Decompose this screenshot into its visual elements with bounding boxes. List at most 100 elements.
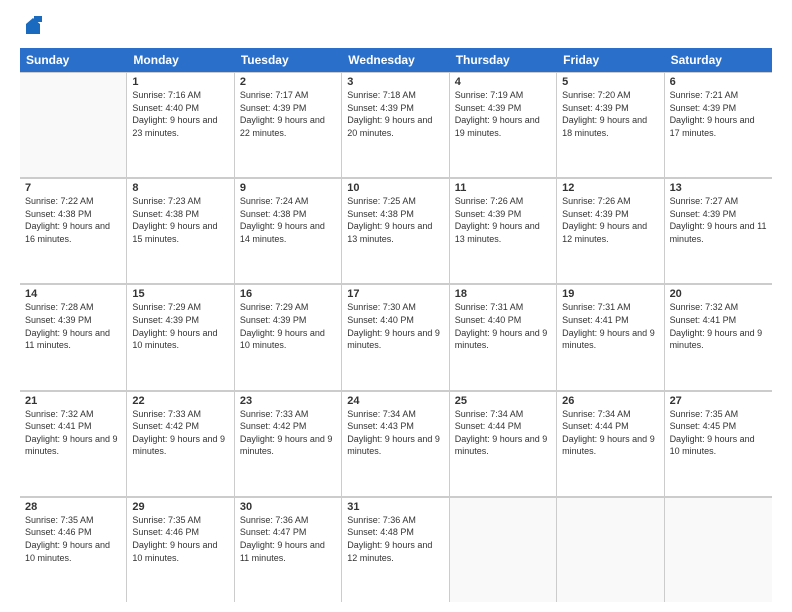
calendar: SundayMondayTuesdayWednesdayThursdayFrid…	[20, 48, 772, 602]
day-number: 16	[240, 288, 336, 300]
calendar-header-cell: Saturday	[665, 48, 772, 72]
calendar-cell	[450, 498, 557, 602]
calendar-cell: 7Sunrise: 7:22 AMSunset: 4:38 PMDaylight…	[20, 179, 127, 283]
day-number: 8	[132, 182, 228, 194]
cell-info: Sunrise: 7:35 AMSunset: 4:46 PMDaylight:…	[132, 514, 228, 564]
cell-info: Sunrise: 7:35 AMSunset: 4:46 PMDaylight:…	[25, 514, 121, 564]
cell-info: Sunrise: 7:32 AMSunset: 4:41 PMDaylight:…	[25, 408, 121, 458]
cell-info: Sunrise: 7:26 AMSunset: 4:39 PMDaylight:…	[562, 195, 658, 245]
day-number: 17	[347, 288, 443, 300]
calendar-cell: 29Sunrise: 7:35 AMSunset: 4:46 PMDayligh…	[127, 498, 234, 602]
day-number: 11	[455, 182, 551, 194]
calendar-cell: 11Sunrise: 7:26 AMSunset: 4:39 PMDayligh…	[450, 179, 557, 283]
calendar-cell: 18Sunrise: 7:31 AMSunset: 4:40 PMDayligh…	[450, 285, 557, 389]
day-number: 9	[240, 182, 336, 194]
cell-info: Sunrise: 7:30 AMSunset: 4:40 PMDaylight:…	[347, 301, 443, 351]
day-number: 14	[25, 288, 121, 300]
calendar-cell: 27Sunrise: 7:35 AMSunset: 4:45 PMDayligh…	[665, 392, 772, 496]
day-number: 10	[347, 182, 443, 194]
cell-info: Sunrise: 7:21 AMSunset: 4:39 PMDaylight:…	[670, 89, 767, 139]
calendar-row: 28Sunrise: 7:35 AMSunset: 4:46 PMDayligh…	[20, 497, 772, 602]
calendar-cell: 25Sunrise: 7:34 AMSunset: 4:44 PMDayligh…	[450, 392, 557, 496]
page: SundayMondayTuesdayWednesdayThursdayFrid…	[0, 0, 792, 612]
cell-info: Sunrise: 7:31 AMSunset: 4:40 PMDaylight:…	[455, 301, 551, 351]
calendar-cell: 24Sunrise: 7:34 AMSunset: 4:43 PMDayligh…	[342, 392, 449, 496]
day-number: 26	[562, 395, 658, 407]
calendar-cell: 31Sunrise: 7:36 AMSunset: 4:48 PMDayligh…	[342, 498, 449, 602]
calendar-header-cell: Sunday	[20, 48, 127, 72]
cell-info: Sunrise: 7:19 AMSunset: 4:39 PMDaylight:…	[455, 89, 551, 139]
calendar-header-cell: Thursday	[450, 48, 557, 72]
cell-info: Sunrise: 7:22 AMSunset: 4:38 PMDaylight:…	[25, 195, 121, 245]
calendar-header-cell: Friday	[557, 48, 664, 72]
header	[20, 16, 772, 38]
cell-info: Sunrise: 7:28 AMSunset: 4:39 PMDaylight:…	[25, 301, 121, 351]
cell-info: Sunrise: 7:35 AMSunset: 4:45 PMDaylight:…	[670, 408, 767, 458]
calendar-header-cell: Monday	[127, 48, 234, 72]
calendar-cell: 23Sunrise: 7:33 AMSunset: 4:42 PMDayligh…	[235, 392, 342, 496]
day-number: 24	[347, 395, 443, 407]
calendar-cell: 14Sunrise: 7:28 AMSunset: 4:39 PMDayligh…	[20, 285, 127, 389]
calendar-header-row: SundayMondayTuesdayWednesdayThursdayFrid…	[20, 48, 772, 72]
cell-info: Sunrise: 7:20 AMSunset: 4:39 PMDaylight:…	[562, 89, 658, 139]
day-number: 23	[240, 395, 336, 407]
day-number: 6	[670, 76, 767, 88]
calendar-cell	[557, 498, 664, 602]
cell-info: Sunrise: 7:33 AMSunset: 4:42 PMDaylight:…	[132, 408, 228, 458]
calendar-cell	[665, 498, 772, 602]
logo-icon	[22, 16, 44, 38]
calendar-cell: 2Sunrise: 7:17 AMSunset: 4:39 PMDaylight…	[235, 73, 342, 177]
day-number: 7	[25, 182, 121, 194]
calendar-body: 1Sunrise: 7:16 AMSunset: 4:40 PMDaylight…	[20, 72, 772, 602]
cell-info: Sunrise: 7:34 AMSunset: 4:43 PMDaylight:…	[347, 408, 443, 458]
day-number: 27	[670, 395, 767, 407]
calendar-cell: 9Sunrise: 7:24 AMSunset: 4:38 PMDaylight…	[235, 179, 342, 283]
calendar-row: 7Sunrise: 7:22 AMSunset: 4:38 PMDaylight…	[20, 178, 772, 284]
cell-info: Sunrise: 7:26 AMSunset: 4:39 PMDaylight:…	[455, 195, 551, 245]
calendar-cell: 16Sunrise: 7:29 AMSunset: 4:39 PMDayligh…	[235, 285, 342, 389]
day-number: 28	[25, 501, 121, 513]
day-number: 19	[562, 288, 658, 300]
calendar-cell: 1Sunrise: 7:16 AMSunset: 4:40 PMDaylight…	[127, 73, 234, 177]
day-number: 4	[455, 76, 551, 88]
calendar-row: 21Sunrise: 7:32 AMSunset: 4:41 PMDayligh…	[20, 391, 772, 497]
day-number: 1	[132, 76, 228, 88]
calendar-cell	[20, 73, 127, 177]
day-number: 22	[132, 395, 228, 407]
calendar-cell: 8Sunrise: 7:23 AMSunset: 4:38 PMDaylight…	[127, 179, 234, 283]
calendar-cell: 22Sunrise: 7:33 AMSunset: 4:42 PMDayligh…	[127, 392, 234, 496]
cell-info: Sunrise: 7:36 AMSunset: 4:48 PMDaylight:…	[347, 514, 443, 564]
day-number: 18	[455, 288, 551, 300]
day-number: 21	[25, 395, 121, 407]
cell-info: Sunrise: 7:32 AMSunset: 4:41 PMDaylight:…	[670, 301, 767, 351]
calendar-cell: 21Sunrise: 7:32 AMSunset: 4:41 PMDayligh…	[20, 392, 127, 496]
calendar-cell: 6Sunrise: 7:21 AMSunset: 4:39 PMDaylight…	[665, 73, 772, 177]
calendar-cell: 19Sunrise: 7:31 AMSunset: 4:41 PMDayligh…	[557, 285, 664, 389]
cell-info: Sunrise: 7:31 AMSunset: 4:41 PMDaylight:…	[562, 301, 658, 351]
calendar-cell: 15Sunrise: 7:29 AMSunset: 4:39 PMDayligh…	[127, 285, 234, 389]
day-number: 13	[670, 182, 767, 194]
calendar-cell: 4Sunrise: 7:19 AMSunset: 4:39 PMDaylight…	[450, 73, 557, 177]
day-number: 25	[455, 395, 551, 407]
calendar-row: 1Sunrise: 7:16 AMSunset: 4:40 PMDaylight…	[20, 72, 772, 178]
cell-info: Sunrise: 7:34 AMSunset: 4:44 PMDaylight:…	[562, 408, 658, 458]
cell-info: Sunrise: 7:23 AMSunset: 4:38 PMDaylight:…	[132, 195, 228, 245]
cell-info: Sunrise: 7:18 AMSunset: 4:39 PMDaylight:…	[347, 89, 443, 139]
cell-info: Sunrise: 7:34 AMSunset: 4:44 PMDaylight:…	[455, 408, 551, 458]
cell-info: Sunrise: 7:33 AMSunset: 4:42 PMDaylight:…	[240, 408, 336, 458]
day-number: 30	[240, 501, 336, 513]
day-number: 15	[132, 288, 228, 300]
cell-info: Sunrise: 7:29 AMSunset: 4:39 PMDaylight:…	[132, 301, 228, 351]
calendar-header-cell: Wednesday	[342, 48, 449, 72]
calendar-cell: 28Sunrise: 7:35 AMSunset: 4:46 PMDayligh…	[20, 498, 127, 602]
cell-info: Sunrise: 7:29 AMSunset: 4:39 PMDaylight:…	[240, 301, 336, 351]
calendar-cell: 17Sunrise: 7:30 AMSunset: 4:40 PMDayligh…	[342, 285, 449, 389]
day-number: 29	[132, 501, 228, 513]
calendar-cell: 30Sunrise: 7:36 AMSunset: 4:47 PMDayligh…	[235, 498, 342, 602]
day-number: 12	[562, 182, 658, 194]
calendar-cell: 12Sunrise: 7:26 AMSunset: 4:39 PMDayligh…	[557, 179, 664, 283]
calendar-cell: 3Sunrise: 7:18 AMSunset: 4:39 PMDaylight…	[342, 73, 449, 177]
day-number: 31	[347, 501, 443, 513]
cell-info: Sunrise: 7:24 AMSunset: 4:38 PMDaylight:…	[240, 195, 336, 245]
cell-info: Sunrise: 7:25 AMSunset: 4:38 PMDaylight:…	[347, 195, 443, 245]
